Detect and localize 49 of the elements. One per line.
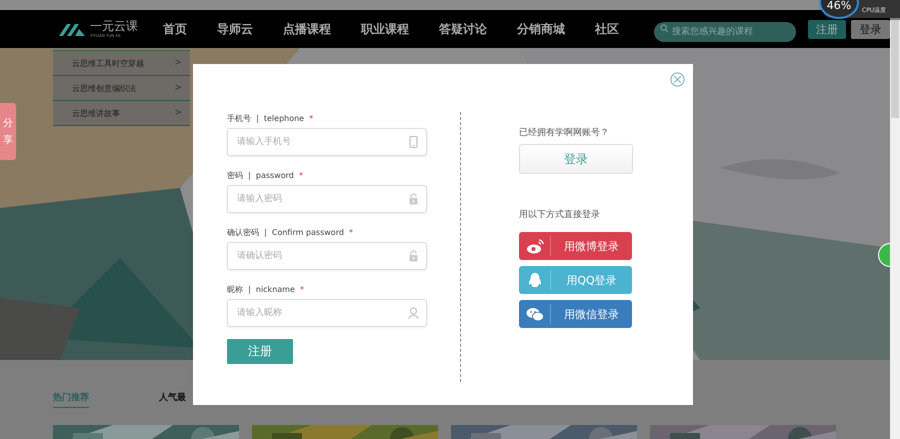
menu-label: 云思维工具时空穿越: [72, 58, 144, 68]
menu-label: 云思维讲故事: [72, 108, 120, 118]
nav-link[interactable]: 分销商城: [510, 20, 572, 38]
social-login-title: 用以下方式直接登录: [519, 208, 601, 221]
phone-icon: [408, 136, 419, 148]
account-prompt: 已经拥有学啊网账号？: [519, 126, 610, 139]
register-button[interactable]: 注册: [808, 20, 846, 38]
login-button[interactable]: 登录: [519, 144, 633, 174]
close-icon[interactable]: [670, 72, 685, 87]
chevron-icon: >: [174, 83, 182, 93]
social-login-button[interactable]: 用微信登录: [519, 300, 632, 328]
weibo-icon: [526, 238, 544, 254]
padlock-icon: [408, 193, 419, 205]
nav-link[interactable]: 导师云: [210, 20, 260, 38]
input-field[interactable]: 请输入密码: [227, 185, 427, 213]
nav-link[interactable]: 答疑讨论: [432, 20, 494, 38]
field-label: 密码 | password *: [227, 170, 304, 182]
login-button[interactable]: 登录: [851, 20, 890, 38]
search-field[interactable]: 搜索您感兴趣的课程: [654, 22, 796, 42]
cpu-usage: 46%: [826, 0, 852, 11]
person-icon: [408, 307, 419, 319]
padlock-icon: [408, 250, 419, 262]
social-login-button[interactable]: 用QQ登录: [519, 266, 632, 294]
register-button[interactable]: 注册: [227, 339, 293, 364]
chat-bubbles-icon: [526, 306, 544, 322]
field-label: 昵称 | nickname *: [227, 284, 305, 296]
social-login-button[interactable]: 用微博登录: [519, 232, 632, 260]
nav-link[interactable]: 首页: [156, 20, 194, 38]
chevron-icon: >: [174, 108, 182, 118]
input-field[interactable]: 请输入昵称: [227, 299, 427, 327]
logo-title[interactable]: 一元云课: [90, 20, 138, 33]
tab[interactable]: 人气最: [159, 391, 186, 408]
menu-item[interactable]: 云思维工具时空穿越 >: [53, 51, 190, 76]
input-field[interactable]: 请确认密码: [227, 242, 427, 270]
nav-link[interactable]: 职业课程: [354, 20, 416, 38]
search-icon: [660, 24, 669, 33]
scrollbar-thumb[interactable]: [891, 20, 899, 118]
input-field[interactable]: 请输入手机号: [227, 128, 427, 156]
chevron-icon: >: [174, 58, 182, 68]
menu-item[interactable]: 云思维创意编织法 >: [53, 76, 190, 101]
nav-link[interactable]: 社区: [588, 20, 626, 38]
nav-link[interactable]: 点播课程: [276, 20, 338, 38]
scrollbar[interactable]: [890, 20, 900, 439]
share-tab[interactable]: 分享: [0, 103, 16, 160]
field-label: 手机号 | telephone *: [227, 113, 314, 125]
menu-item[interactable]: 云思维讲故事 >: [53, 101, 190, 126]
logo-icon[interactable]: [57, 21, 87, 37]
field-label: 确认密码 | Confirm password *: [227, 227, 354, 239]
menu-label: 云思维创意编织法: [72, 82, 136, 94]
